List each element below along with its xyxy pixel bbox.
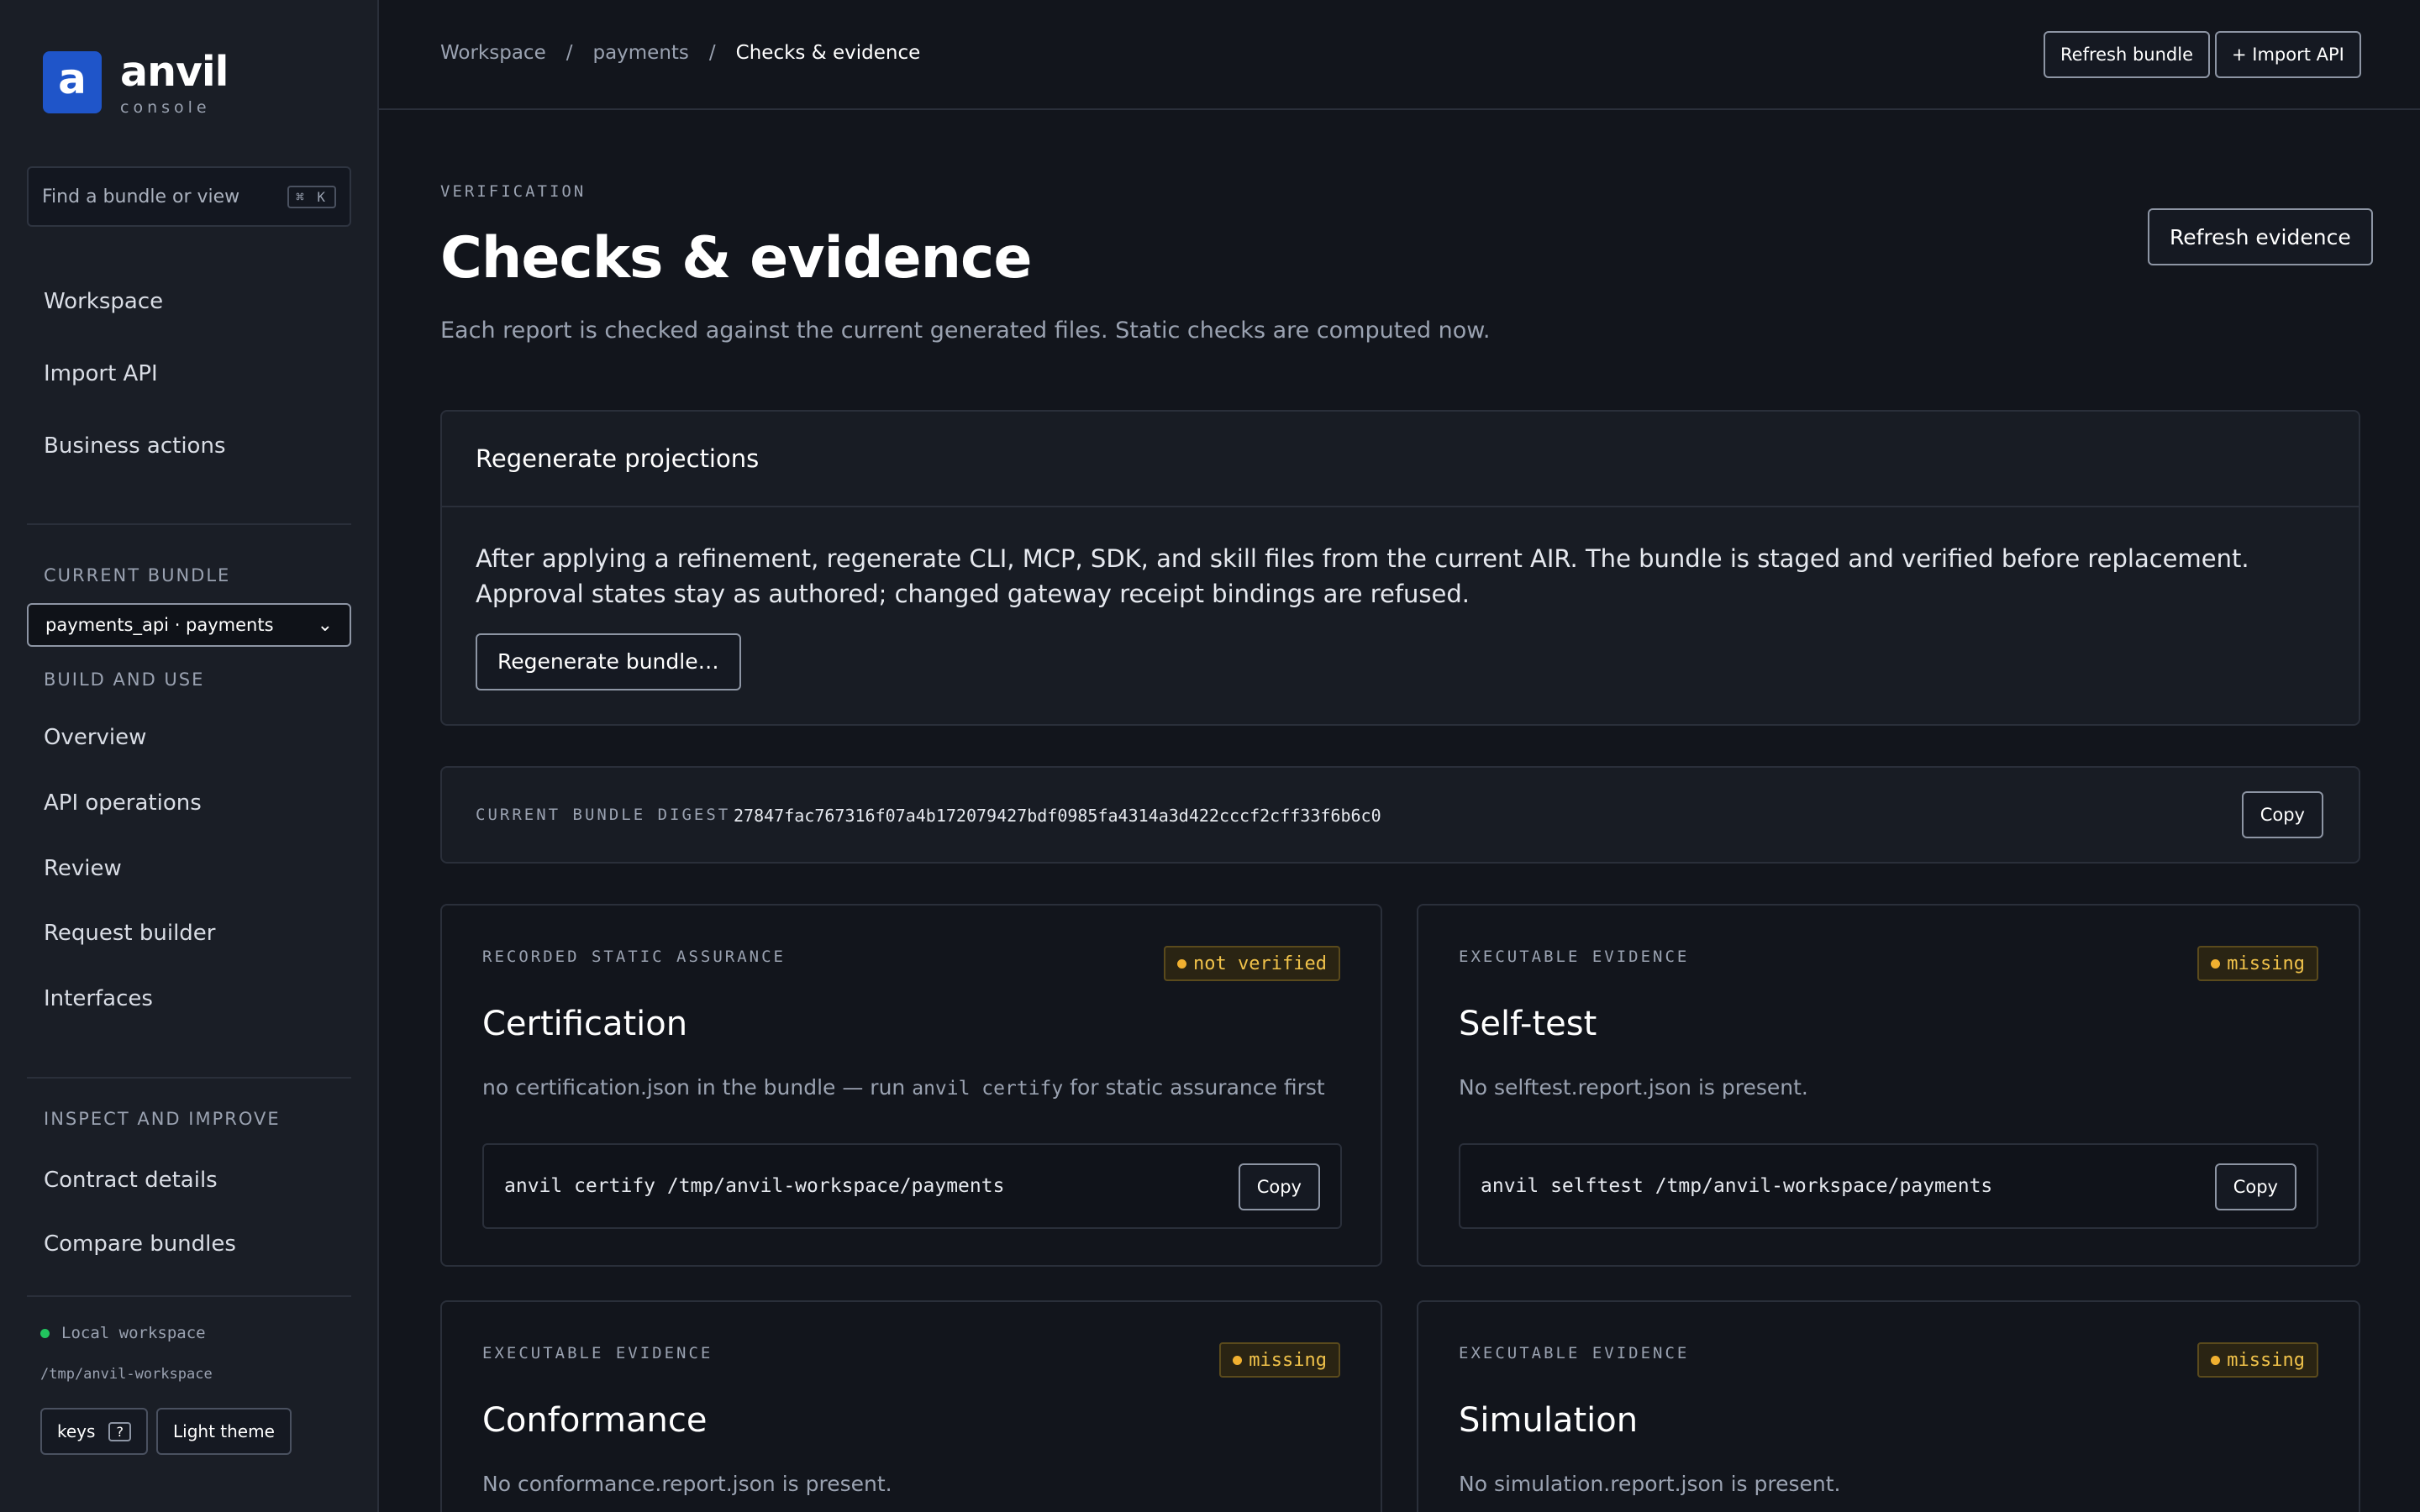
nav-review[interactable]: Review bbox=[44, 856, 122, 881]
sidebar-divider bbox=[27, 523, 351, 525]
card-eyebrow: EXECUTABLE EVIDENCE bbox=[1459, 1344, 1690, 1362]
breadcrumb-separator: / bbox=[708, 42, 716, 64]
search-input[interactable] bbox=[42, 186, 288, 207]
status-badge: missing bbox=[2197, 1342, 2318, 1378]
nav-business-actions[interactable]: Business actions bbox=[44, 433, 226, 459]
brand-logo[interactable]: a anvil console bbox=[43, 48, 229, 117]
nav-workspace[interactable]: Workspace bbox=[44, 289, 163, 314]
regenerate-title: Regenerate projections bbox=[442, 412, 2359, 507]
inspect-and-improve-label: INSPECT AND IMPROVE bbox=[44, 1109, 281, 1129]
regenerate-bundle-button[interactable]: Regenerate bundle… bbox=[476, 633, 741, 691]
page-title: Checks & evidence bbox=[440, 225, 1032, 291]
nav-compare-bundles[interactable]: Compare bundles bbox=[44, 1231, 236, 1255]
nav-api-operations[interactable]: API operations bbox=[44, 790, 202, 816]
status-dot-icon bbox=[2211, 1355, 2221, 1365]
card-title: Self-test bbox=[1459, 1005, 1597, 1043]
card-eyebrow: EXECUTABLE EVIDENCE bbox=[482, 1344, 713, 1362]
search-box: ⌘ K bbox=[27, 166, 351, 227]
bundle-digest-panel: CURRENT BUNDLE DIGEST 27847fac767316f07a… bbox=[440, 766, 2360, 864]
workspace-status: Local workspace bbox=[40, 1324, 206, 1342]
regenerate-description: After applying a refinement, regenerate … bbox=[476, 544, 2249, 609]
regenerate-panel: Regenerate projections After applying a … bbox=[440, 410, 2360, 726]
sidebar-divider bbox=[27, 1295, 351, 1297]
breadcrumb-separator: / bbox=[566, 42, 573, 64]
light-theme-button[interactable]: Light theme bbox=[156, 1408, 292, 1455]
status-badge: missing bbox=[1219, 1342, 1340, 1378]
certification-card: RECORDED STATIC ASSURANCE not verified C… bbox=[440, 904, 1382, 1267]
card-description: no certification.json in the bundle — ru… bbox=[482, 1075, 1325, 1100]
card-description: No selftest.report.json is present. bbox=[1459, 1075, 1808, 1100]
chevron-down-icon: ⌄ bbox=[317, 614, 333, 636]
nav-import-api[interactable]: Import API bbox=[44, 361, 158, 386]
brand-name: anvil bbox=[120, 48, 229, 96]
nav-overview[interactable]: Overview bbox=[44, 725, 146, 750]
copy-command-button[interactable]: Copy bbox=[1238, 1163, 1320, 1210]
conformance-card: EXECUTABLE EVIDENCE missing Conformance … bbox=[440, 1300, 1382, 1512]
command-box: anvil selftest /tmp/anvil-workspace/paym… bbox=[1459, 1143, 2318, 1229]
keys-shortcut: ? bbox=[108, 1421, 131, 1441]
copy-digest-button[interactable]: Copy bbox=[2241, 791, 2323, 838]
nav-scroll-clip: Compare bundles bbox=[0, 1226, 377, 1255]
nav-contract-details[interactable]: Contract details bbox=[44, 1168, 218, 1193]
card-eyebrow: EXECUTABLE EVIDENCE bbox=[1459, 948, 1690, 966]
command-box: anvil certify /tmp/anvil-workspace/payme… bbox=[482, 1143, 1342, 1229]
status-dot-icon bbox=[1233, 1355, 1243, 1365]
breadcrumb-payments[interactable]: payments bbox=[592, 42, 688, 64]
digest-value: 27847fac767316f07a4b172079427bdf0985fa43… bbox=[734, 806, 1381, 826]
card-eyebrow: RECORDED STATIC ASSURANCE bbox=[482, 948, 786, 966]
card-description: No simulation.report.json is present. bbox=[1459, 1472, 1841, 1496]
topbar: Workspace / payments / Checks & evidence… bbox=[379, 0, 2420, 110]
copy-command-button[interactable]: Copy bbox=[2214, 1163, 2296, 1210]
sidebar: a anvil console ⌘ K Workspace Import API… bbox=[0, 0, 379, 1512]
logo-mark: a bbox=[43, 51, 102, 113]
build-and-use-label: BUILD AND USE bbox=[44, 669, 205, 690]
bundle-select-value: payments_api · payments bbox=[45, 615, 274, 635]
brand-subtitle: console bbox=[120, 97, 211, 117]
refresh-evidence-button[interactable]: Refresh evidence bbox=[2148, 208, 2373, 265]
status-dot-icon bbox=[1177, 958, 1187, 969]
command-text[interactable]: anvil selftest /tmp/anvil-workspace/paym… bbox=[1481, 1175, 1992, 1197]
card-title: Certification bbox=[482, 1005, 688, 1043]
status-dot-icon bbox=[40, 1328, 50, 1338]
status-badge: missing bbox=[2197, 946, 2318, 981]
refresh-bundle-button[interactable]: Refresh bundle bbox=[2044, 31, 2211, 78]
import-api-button[interactable]: + Import API bbox=[2215, 31, 2361, 78]
card-title: Conformance bbox=[482, 1401, 708, 1440]
nav-request-builder[interactable]: Request builder bbox=[44, 921, 216, 946]
digest-label: CURRENT BUNDLE DIGEST bbox=[476, 806, 731, 824]
breadcrumb-current: Checks & evidence bbox=[735, 42, 921, 64]
status-dot-icon bbox=[2211, 958, 2221, 969]
card-description: No conformance.report.json is present. bbox=[482, 1472, 892, 1496]
page-eyebrow: VERIFICATION bbox=[440, 182, 587, 201]
selftest-card: EXECUTABLE EVIDENCE missing Self-test No… bbox=[1417, 904, 2360, 1267]
bundle-select[interactable]: payments_api · payments ⌄ bbox=[27, 603, 351, 647]
breadcrumb: Workspace / payments / Checks & evidence bbox=[440, 42, 920, 64]
simulation-card: EXECUTABLE EVIDENCE missing Simulation N… bbox=[1417, 1300, 2360, 1512]
nav-interfaces[interactable]: Interfaces bbox=[44, 986, 153, 1011]
breadcrumb-workspace[interactable]: Workspace bbox=[440, 42, 546, 64]
command-text[interactable]: anvil certify /tmp/anvil-workspace/payme… bbox=[504, 1175, 1004, 1197]
current-bundle-label: CURRENT BUNDLE bbox=[44, 565, 231, 585]
workspace-path: /tmp/anvil-workspace bbox=[40, 1366, 213, 1383]
card-title: Simulation bbox=[1459, 1401, 1639, 1440]
keys-button[interactable]: keys ? bbox=[40, 1408, 148, 1455]
sidebar-divider bbox=[27, 1077, 351, 1079]
status-badge: not verified bbox=[1164, 946, 1340, 981]
page-subtitle: Each report is checked against the curre… bbox=[440, 318, 1491, 344]
search-shortcut: ⌘ K bbox=[287, 185, 336, 208]
